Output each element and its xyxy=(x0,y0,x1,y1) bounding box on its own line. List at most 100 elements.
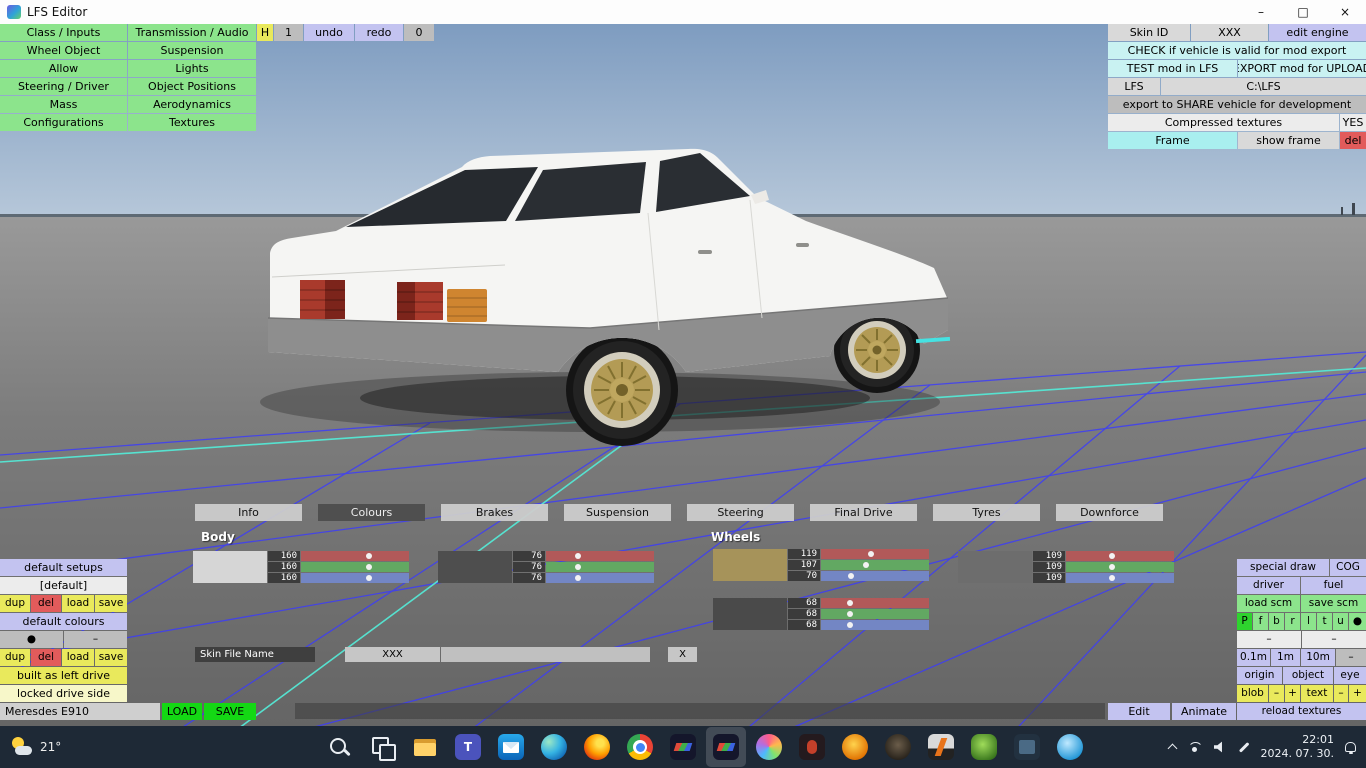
red-value[interactable]: 76 xyxy=(513,551,545,561)
view-object-button[interactable]: object xyxy=(1283,667,1333,684)
setup-name[interactable]: [default] xyxy=(0,577,127,594)
blue-value[interactable]: 109 xyxy=(1033,573,1065,583)
green-slider[interactable] xyxy=(1066,562,1174,572)
frame-button[interactable]: Frame xyxy=(1108,132,1237,149)
tool-dash-2[interactable]: – xyxy=(1302,631,1366,648)
default-setups-button[interactable]: default setups xyxy=(0,559,127,576)
green-slider[interactable] xyxy=(546,562,654,572)
blue-slider[interactable] xyxy=(546,573,654,583)
menu-aerodynamics[interactable]: Aerodynamics xyxy=(128,96,256,113)
krita-button[interactable] xyxy=(749,727,789,767)
menu-object-positions[interactable]: Object Positions xyxy=(128,78,256,95)
scale-10m-button[interactable]: 10m xyxy=(1301,649,1335,666)
load-scm-button[interactable]: load scm xyxy=(1237,595,1300,612)
tab-downforce[interactable]: Downforce xyxy=(1056,504,1163,521)
flag-p-button[interactable]: P xyxy=(1237,613,1252,630)
minimize-button[interactable]: – xyxy=(1240,0,1282,24)
green-slider[interactable] xyxy=(821,560,929,570)
wifi-icon[interactable] xyxy=(1187,741,1203,753)
notification-icon[interactable] xyxy=(1345,742,1356,754)
compressed-textures-label[interactable]: Compressed textures xyxy=(1108,114,1339,131)
scale-dash-button[interactable]: – xyxy=(1336,649,1366,666)
green-value[interactable]: 109 xyxy=(1033,562,1065,572)
setup-load-button[interactable]: load xyxy=(62,595,94,612)
tray-expand-icon[interactable] xyxy=(1167,743,1177,754)
tab-brakes[interactable]: Brakes xyxy=(441,504,548,521)
fuel-button[interactable]: fuel xyxy=(1301,577,1366,594)
load-vehicle-button[interactable]: LOAD xyxy=(162,703,202,720)
pen-icon[interactable] xyxy=(1238,741,1249,753)
save-vehicle-button[interactable]: SAVE xyxy=(204,703,256,720)
menu-wheel-object[interactable]: Wheel Object xyxy=(0,42,127,59)
colours-save-button[interactable]: save xyxy=(95,649,127,666)
colours-dot-button[interactable]: ● xyxy=(0,631,63,648)
file-explorer-button[interactable] xyxy=(405,727,445,767)
firefox-button[interactable] xyxy=(577,727,617,767)
special-draw-button[interactable]: special draw xyxy=(1237,559,1329,576)
green-value[interactable]: 68 xyxy=(788,609,820,619)
scale-1m-button[interactable]: 1m xyxy=(1271,649,1300,666)
edit-engine-button[interactable]: edit engine xyxy=(1269,24,1366,41)
skin-file-name-input[interactable] xyxy=(441,647,650,662)
game-3-button[interactable] xyxy=(878,727,918,767)
driver-button[interactable]: driver xyxy=(1237,577,1300,594)
show-frame-button[interactable]: show frame xyxy=(1238,132,1339,149)
blue-value[interactable]: 68 xyxy=(788,620,820,630)
blue-value[interactable]: 70 xyxy=(788,571,820,581)
red-value[interactable]: 68 xyxy=(788,598,820,608)
skin-clear-button[interactable]: X xyxy=(668,647,697,662)
menu-steering-driver[interactable]: Steering / Driver xyxy=(0,78,127,95)
red-slider[interactable] xyxy=(546,551,654,561)
red-slider[interactable] xyxy=(1066,551,1174,561)
game-7-button[interactable] xyxy=(1050,727,1090,767)
close-button[interactable]: × xyxy=(1324,0,1366,24)
tool-dash-1[interactable]: – xyxy=(1237,631,1301,648)
red-value[interactable]: 119 xyxy=(788,549,820,559)
animate-mode-button[interactable]: Animate xyxy=(1172,703,1236,720)
task-view-button[interactable] xyxy=(362,727,402,767)
game-4-button[interactable] xyxy=(921,727,961,767)
check-valid-button[interactable]: CHECK if vehicle is valid for mod export xyxy=(1108,42,1366,59)
menu-transmission-audio[interactable]: Transmission / Audio xyxy=(128,24,256,41)
game-1-button[interactable] xyxy=(792,727,832,767)
tab-final-drive[interactable]: Final Drive xyxy=(810,504,917,521)
menu-textures[interactable]: Textures xyxy=(128,114,256,131)
colours-dup-button[interactable]: dup xyxy=(0,649,30,666)
flag-l-button[interactable]: l xyxy=(1301,613,1316,630)
chrome-button[interactable] xyxy=(620,727,660,767)
menu-allow[interactable]: Allow xyxy=(0,60,127,77)
start-button[interactable] xyxy=(276,727,316,767)
lfs-button[interactable]: LFS xyxy=(1108,78,1160,95)
green-value[interactable]: 160 xyxy=(268,562,300,572)
menu-lights[interactable]: Lights xyxy=(128,60,256,77)
game-6-button[interactable] xyxy=(1007,727,1047,767)
green-slider[interactable] xyxy=(301,562,409,572)
tab-info[interactable]: Info xyxy=(195,504,302,521)
red-value[interactable]: 160 xyxy=(268,551,300,561)
blob-plus-button[interactable]: + xyxy=(1285,685,1300,702)
test-mod-button[interactable]: TEST mod in LFS xyxy=(1108,60,1237,77)
text-plus-button[interactable]: + xyxy=(1349,685,1366,702)
green-slider[interactable] xyxy=(821,609,929,619)
lfs-path[interactable]: C:\LFS xyxy=(1161,78,1366,95)
built-as-left-drive-button[interactable]: built as left drive xyxy=(0,667,127,684)
reload-textures-button[interactable]: reload textures xyxy=(1237,703,1366,720)
export-share-button[interactable]: export to SHARE vehicle for development xyxy=(1108,96,1366,113)
setup-save-button[interactable]: save xyxy=(95,595,127,612)
tab-steering[interactable]: Steering xyxy=(687,504,794,521)
weather-widget[interactable]: 21° xyxy=(10,735,61,759)
green-value[interactable]: 107 xyxy=(788,560,820,570)
text-button[interactable]: text xyxy=(1301,685,1333,702)
tab-tyres[interactable]: Tyres xyxy=(933,504,1040,521)
volume-icon[interactable] xyxy=(1213,741,1222,753)
tab-colours[interactable]: Colours xyxy=(318,504,425,521)
maximize-button[interactable]: □ xyxy=(1282,0,1324,24)
skin-id-value[interactable]: XXX xyxy=(1191,24,1268,41)
setup-dup-button[interactable]: dup xyxy=(0,595,30,612)
red-slider[interactable] xyxy=(301,551,409,561)
search-button[interactable] xyxy=(319,727,359,767)
lfs-app-button[interactable] xyxy=(663,727,703,767)
flag-f-button[interactable]: f xyxy=(1253,613,1268,630)
clock[interactable]: 22:01 2024. 07. 30. xyxy=(1261,733,1334,761)
flag-u-button[interactable]: u xyxy=(1333,613,1348,630)
